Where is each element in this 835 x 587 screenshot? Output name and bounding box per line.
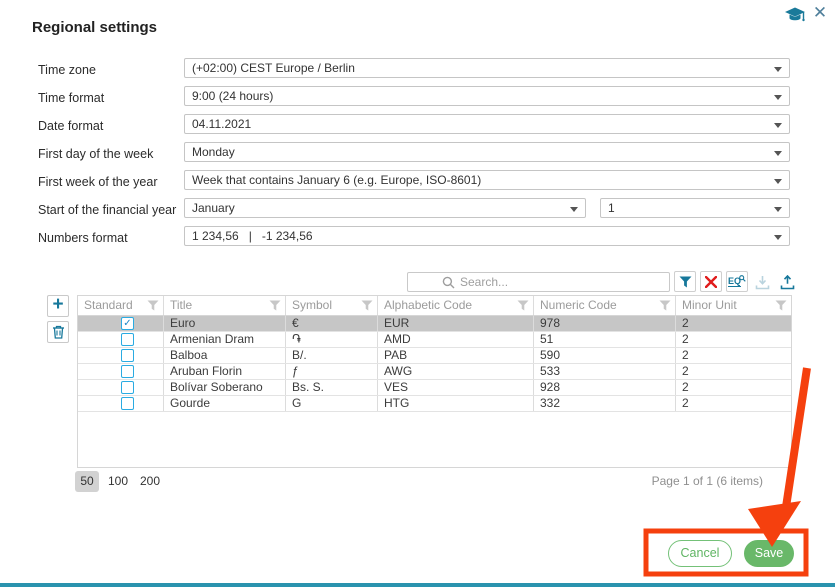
standard-checkbox[interactable]	[121, 397, 134, 410]
table-header-row: Standard Title Symbol Alphabetic Code Nu…	[78, 296, 791, 316]
standard-checkbox[interactable]: ✓	[121, 317, 134, 330]
trash-icon	[52, 325, 65, 339]
clear-filter-button[interactable]	[700, 271, 722, 292]
standard-checkbox[interactable]	[121, 333, 134, 346]
column-filter-icon[interactable]	[775, 300, 787, 311]
column-filter-icon[interactable]	[361, 300, 373, 311]
numbers-format-select[interactable]: 1 234,56 | -1 234,56	[184, 226, 790, 246]
financial-year-day-select[interactable]: 1	[600, 198, 790, 218]
label-financial-year: Start of the financial year	[38, 200, 176, 220]
save-button[interactable]: Save	[744, 540, 794, 567]
col-header-numeric-code[interactable]: Numeric Code	[534, 296, 676, 315]
label-numbers-format: Numbers format	[38, 228, 128, 248]
label-first-week-of-year: First week of the year	[38, 172, 158, 192]
col-header-standard[interactable]: Standard	[78, 296, 164, 315]
standard-checkbox[interactable]	[121, 365, 134, 378]
download-icon	[755, 275, 770, 290]
table-row[interactable]: Balboa B/. PAB 590 2	[78, 348, 791, 364]
first-week-select[interactable]: Week that contains January 6 (e.g. Europ…	[184, 170, 790, 190]
column-filter-icon[interactable]	[659, 300, 671, 311]
cell-numeric: 928	[534, 380, 676, 395]
date-format-select[interactable]: 04.11.2021	[184, 114, 790, 134]
cell-symbol: €	[286, 316, 378, 331]
page-size-100[interactable]: 100	[105, 471, 131, 492]
cell-numeric: 332	[534, 396, 676, 411]
search-icon	[442, 276, 455, 289]
tutorial-graduation-cap-icon[interactable]	[783, 3, 807, 27]
cell-alpha: HTG	[378, 396, 534, 411]
cell-title: Aruban Florin	[164, 364, 286, 379]
col-header-minor-unit[interactable]: Minor Unit	[676, 296, 791, 315]
table-row[interactable]: Gourde G HTG 332 2	[78, 396, 791, 412]
search-input[interactable]: Search...	[407, 272, 670, 292]
page-info: Page 1 of 1 (6 items)	[652, 474, 763, 488]
import-button[interactable]	[752, 272, 772, 292]
cell-title: Gourde	[164, 396, 286, 411]
cancel-button[interactable]: Cancel	[668, 540, 732, 567]
cell-alpha: AWG	[378, 364, 534, 379]
time-zone-select[interactable]: (+02:00) CEST Europe / Berlin	[184, 58, 790, 78]
time-format-select[interactable]: 9:00 (24 hours)	[184, 86, 790, 106]
label-time-zone: Time zone	[38, 60, 96, 80]
page-size-50[interactable]: 50	[75, 471, 99, 492]
dialog-bottom-border	[0, 583, 835, 587]
close-icon[interactable]: ✕	[810, 2, 830, 24]
currency-table: Standard Title Symbol Alphabetic Code Nu…	[77, 295, 792, 468]
cell-symbol: Bs. S.	[286, 380, 378, 395]
standard-checkbox[interactable]	[121, 349, 134, 362]
regional-settings-dialog: Regional settings ✕ Time zone (+02:00) C…	[0, 0, 835, 587]
cell-minor: 2	[676, 396, 791, 411]
cell-alpha: EUR	[378, 316, 534, 331]
column-filter-icon[interactable]	[147, 300, 159, 311]
cell-title: Armenian Dram	[164, 332, 286, 347]
red-x-icon	[705, 276, 717, 288]
search-placeholder: Search...	[460, 275, 508, 289]
cell-minor: 2	[676, 380, 791, 395]
plus-icon: +	[52, 296, 63, 314]
page-title: Regional settings	[32, 19, 157, 36]
cell-minor: 2	[676, 316, 791, 331]
label-first-day-of-week: First day of the week	[38, 144, 153, 164]
cell-title: Bolívar Soberano	[164, 380, 286, 395]
cell-symbol: ƒ	[286, 364, 378, 379]
page-size-200[interactable]: 200	[137, 471, 163, 492]
export-button[interactable]	[777, 272, 797, 292]
cell-numeric: 533	[534, 364, 676, 379]
cell-symbol: B/.	[286, 348, 378, 363]
cell-minor: 2	[676, 332, 791, 347]
standard-checkbox[interactable]	[121, 381, 134, 394]
table-row[interactable]: Armenian Dram ֏ AMD 51 2	[78, 332, 791, 348]
col-header-title[interactable]: Title	[164, 296, 286, 315]
cell-minor: 2	[676, 364, 791, 379]
filter-editor-button[interactable]: EQ	[726, 271, 748, 292]
cell-alpha: AMD	[378, 332, 534, 347]
upload-icon	[780, 275, 795, 290]
filter-button[interactable]	[674, 271, 696, 292]
delete-currency-button[interactable]	[47, 321, 69, 343]
cell-numeric: 978	[534, 316, 676, 331]
col-header-symbol[interactable]: Symbol	[286, 296, 378, 315]
label-date-format: Date format	[38, 116, 103, 136]
cell-alpha: PAB	[378, 348, 534, 363]
first-day-select[interactable]: Monday	[184, 142, 790, 162]
cell-numeric: 590	[534, 348, 676, 363]
table-row[interactable]: ✓ Euro € EUR 978 2	[78, 316, 791, 332]
table-row[interactable]: Aruban Florin ƒ AWG 533 2	[78, 364, 791, 380]
funnel-icon	[679, 276, 692, 288]
cell-alpha: VES	[378, 380, 534, 395]
column-filter-icon[interactable]	[517, 300, 529, 311]
cell-minor: 2	[676, 348, 791, 363]
col-header-alphabetic-code[interactable]: Alphabetic Code	[378, 296, 534, 315]
financial-year-month-select[interactable]: January	[184, 198, 586, 218]
add-currency-button[interactable]: +	[47, 295, 69, 317]
cell-numeric: 51	[534, 332, 676, 347]
cell-title: Balboa	[164, 348, 286, 363]
magnifier-overlay-icon	[739, 275, 746, 282]
cell-symbol: G	[286, 396, 378, 411]
cell-symbol: ֏	[286, 332, 378, 347]
table-row[interactable]: Bolívar Soberano Bs. S. VES 928 2	[78, 380, 791, 396]
column-filter-icon[interactable]	[269, 300, 281, 311]
cell-title: Euro	[164, 316, 286, 331]
label-time-format: Time format	[38, 88, 104, 108]
